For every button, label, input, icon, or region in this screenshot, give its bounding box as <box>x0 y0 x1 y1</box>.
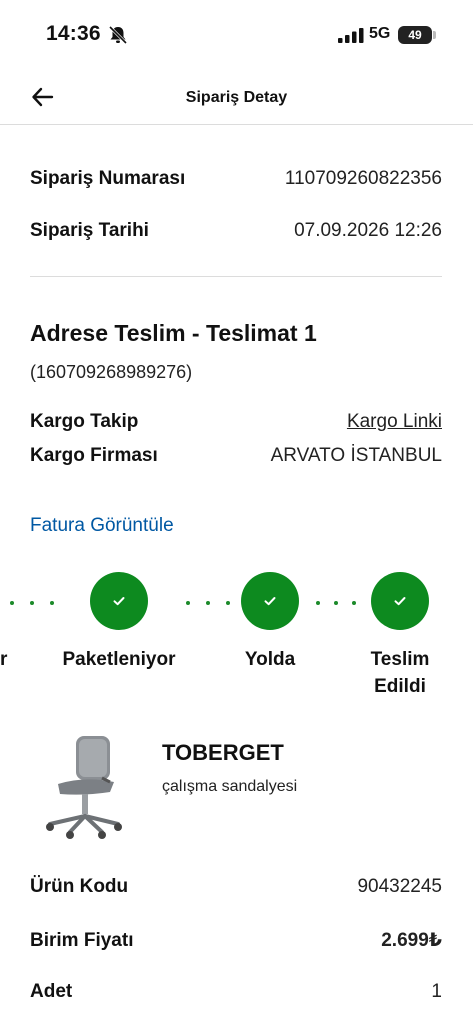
progress-dot <box>316 601 320 605</box>
unit-price-value: 2.699₺ <box>381 930 442 951</box>
page-title: Sipariş Detay <box>185 89 288 106</box>
order-number-value: 110709260822356 <box>284 168 442 189</box>
step-label-yolda: Yolda <box>244 649 296 670</box>
check-icon <box>264 597 276 606</box>
nav-bar: Sipariş Detay <box>0 70 473 125</box>
network-type: 5G <box>369 25 391 42</box>
cargo-tracking-label: Kargo Takip <box>30 411 139 432</box>
progress-dot <box>30 601 34 605</box>
step-label-paketleniyor: Paketleniyor <box>62 649 176 670</box>
office-chair-image[interactable] <box>40 732 130 842</box>
divider <box>30 276 442 277</box>
unit-price-label: Birim Fiyatı <box>30 929 134 951</box>
product-code-label: Ürün Kodu <box>30 876 129 897</box>
cargo-tracking-row: Kargo Takip Kargo Linki <box>30 411 442 433</box>
order-date-value: 07.09.2026 12:26 <box>294 220 442 241</box>
delivery-title: Adrese Teslim - Teslimat 1 <box>30 320 317 346</box>
progress-dot <box>206 601 210 605</box>
quantity-value: 1 <box>431 981 442 1002</box>
delivery-progress: r Paketleniyor Yolda Teslim Edildi <box>0 568 473 698</box>
step-label-line: Teslim <box>370 649 430 670</box>
cargo-carrier-row: Kargo Firması ARVATO İSTANBUL <box>30 445 442 467</box>
progress-dot <box>226 601 230 605</box>
step-teslim-edildi-check <box>371 572 429 630</box>
step-label-teslim-edildi: Teslim Edildi <box>350 646 450 700</box>
progress-dot <box>352 601 356 605</box>
order-date-row: Sipariş Tarihi 07.09.2026 12:26 <box>30 220 442 242</box>
cargo-carrier-value: ARVATO İSTANBUL <box>270 445 442 466</box>
bell-slash-icon <box>108 26 128 44</box>
step-label-line: Edildi <box>374 676 426 697</box>
product-code-row: Ürün Kodu 90432245 <box>30 876 442 898</box>
status-bar: 14:36 5G 49 <box>0 0 473 70</box>
signal-icon <box>338 28 364 43</box>
delivery-id: (160709268989276) <box>30 362 193 382</box>
step-yolda-check <box>241 572 299 630</box>
check-icon <box>113 597 125 606</box>
step-label-partial: r <box>0 649 8 670</box>
status-time: 14:36 <box>46 22 101 45</box>
quantity-label: Adet <box>30 981 73 1002</box>
product-description: çalışma sandalyesi <box>162 778 298 795</box>
order-date-label: Sipariş Tarihi <box>30 220 149 241</box>
order-number-label: Sipariş Numarası <box>30 168 186 189</box>
battery-level: 49 <box>408 28 422 42</box>
progress-dot <box>334 601 338 605</box>
progress-dot <box>10 601 14 605</box>
unit-price-row: Birim Fiyatı 2.699₺ <box>30 929 442 952</box>
product-name[interactable]: TOBERGET <box>162 740 284 766</box>
order-number-row: Sipariş Numarası 110709260822356 <box>30 168 442 190</box>
quantity-row: Adet 1 <box>30 981 442 1003</box>
battery-icon: 49 <box>398 26 432 44</box>
progress-dot <box>50 601 54 605</box>
cargo-carrier-label: Kargo Firması <box>30 445 158 466</box>
progress-dot <box>186 601 190 605</box>
battery-cap <box>433 31 436 39</box>
view-invoice-link[interactable]: Fatura Görüntüle <box>30 515 174 537</box>
check-icon <box>394 597 406 606</box>
cargo-link[interactable]: Kargo Linki <box>347 411 442 433</box>
product-code-value: 90432245 <box>357 876 442 897</box>
step-paketleniyor-check <box>90 572 148 630</box>
